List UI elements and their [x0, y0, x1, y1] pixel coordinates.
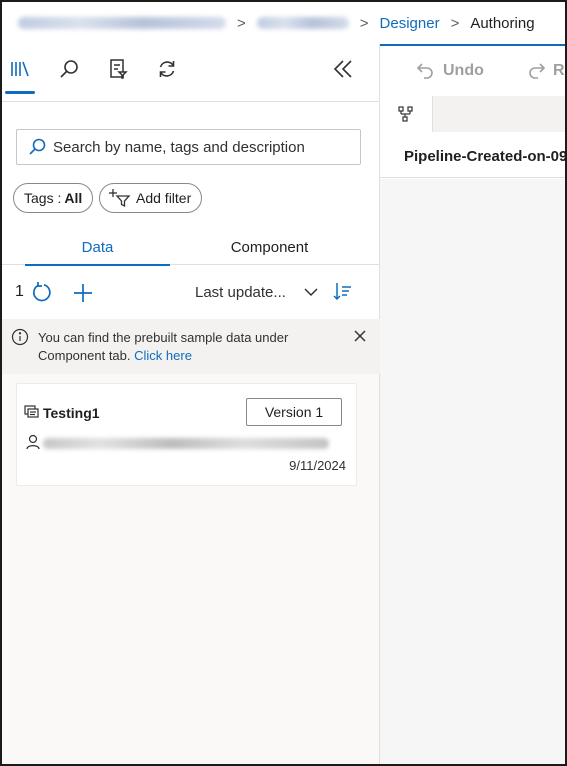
info-click-here-link[interactable]: Click here [134, 348, 192, 363]
breadcrumb-separator: > [450, 14, 460, 32]
tags-filter-label: Tags : [24, 190, 62, 206]
owner-name-redacted [43, 438, 329, 449]
refresh-icon[interactable] [152, 54, 182, 84]
sort-order-icon[interactable] [332, 281, 354, 308]
app-window: > > Designer > Authoring Search by name,… [0, 0, 567, 766]
undo-button[interactable]: Undo [416, 61, 484, 81]
item-date: 9/11/2024 [289, 458, 346, 473]
panel-icon-bar [2, 44, 380, 102]
search-field-icon [29, 138, 46, 155]
pipeline-title-row: Pipeline-Created-on-09 [380, 132, 565, 178]
sort-dropdown-label[interactable]: Last update... [195, 284, 286, 301]
undo-icon [416, 63, 433, 79]
add-filter-icon [109, 189, 131, 208]
close-icon[interactable] [353, 329, 367, 348]
library-icon[interactable] [5, 54, 35, 94]
undo-label: Undo [443, 62, 484, 79]
data-list: Testing1 Version 1 9/11/2024 [2, 374, 379, 764]
info-icon [11, 328, 29, 351]
search-input[interactable] [53, 138, 353, 156]
breadcrumb-workspace-redacted[interactable] [18, 17, 226, 29]
breadcrumb: > > Designer > Authoring [2, 2, 565, 44]
search-box[interactable] [16, 129, 361, 165]
info-message-bar: You can find the prebuilt sample data un… [2, 319, 380, 374]
breadcrumb-separator: > [359, 14, 369, 32]
filter-list-icon[interactable] [103, 54, 133, 84]
breadcrumb-designer-link[interactable]: Designer [380, 15, 440, 32]
pipeline-canvas[interactable] [380, 179, 565, 764]
add-filter-label: Add filter [136, 190, 192, 206]
refresh-list-icon[interactable] [30, 281, 54, 310]
list-item[interactable]: Testing1 Version 1 9/11/2024 [16, 383, 357, 486]
tab-component[interactable]: Component [197, 229, 342, 265]
redo-icon [529, 63, 546, 79]
item-count: 1 [15, 283, 24, 300]
person-icon [26, 434, 40, 455]
pipeline-tab[interactable] [380, 96, 433, 132]
breadcrumb-current: Authoring [470, 14, 535, 32]
tab-data[interactable]: Data [25, 229, 170, 266]
double-chevron-left-icon[interactable] [328, 54, 358, 84]
designer-canvas-panel: Undo Re Pipeline-Created-on-09 [380, 44, 565, 764]
version-button[interactable]: Version 1 [246, 398, 342, 426]
pipeline-icon [398, 106, 413, 122]
canvas-toolbar: Undo Re [380, 44, 565, 96]
pipeline-title[interactable]: Pipeline-Created-on-09 [404, 148, 565, 165]
breadcrumb-separator: > [237, 14, 246, 32]
asset-library-panel: Tags : All Add filter Data Component 1 [2, 44, 380, 764]
chevron-down-icon[interactable] [302, 283, 320, 306]
item-title[interactable]: Testing1 [43, 405, 100, 421]
add-data-icon[interactable] [71, 281, 95, 310]
tags-filter-pill[interactable]: Tags : All [13, 183, 94, 213]
redo-label: Re [553, 62, 565, 79]
search-icon[interactable] [54, 54, 84, 84]
redo-button[interactable]: Re [526, 61, 565, 81]
breadcrumb-resource-redacted[interactable] [256, 17, 349, 29]
asset-tabs: Data Component [2, 229, 380, 266]
tags-filter-value: All [64, 190, 83, 206]
add-filter-button[interactable]: Add filter [99, 183, 203, 213]
list-toolbar: 1 Last update... [2, 276, 380, 310]
pipeline-tab-strip [380, 96, 565, 132]
dataset-icon [24, 404, 40, 425]
